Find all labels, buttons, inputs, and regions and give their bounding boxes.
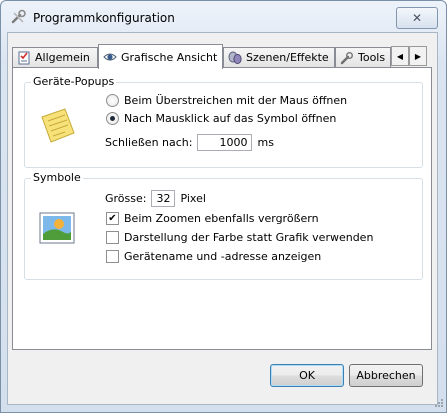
group-symbole: Symbole Grösse: 32 Pixel ✔ Beim Zoomen e… — [24, 171, 423, 280]
radio-hover-option[interactable]: Beim Überstreichen mit der Maus öffnen — [106, 94, 347, 107]
checklist-icon — [17, 51, 31, 65]
ok-label: OK — [299, 369, 315, 382]
radio-label: Beim Überstreichen mit der Maus öffnen — [124, 94, 348, 107]
tab-label: Allgemein — [35, 51, 90, 64]
checkbox-label: Beim Zoomen ebenfalls vergrößern — [124, 212, 319, 225]
tab-page-grafische-ansicht: Geräte-Popups Beim Überstreichen mit der… — [12, 67, 432, 350]
size-row: Grösse: 32 Pixel — [105, 190, 206, 207]
resize-grip-icon[interactable] — [432, 398, 444, 410]
landscape-picture-icon — [39, 210, 75, 246]
tab-scroll-left-button[interactable]: ◀ — [391, 46, 409, 66]
ok-button[interactable]: OK — [270, 364, 344, 387]
arrow-right-icon: ▶ — [414, 51, 422, 61]
tab-szenen-effekte[interactable]: Szenen/Effekte — [223, 47, 335, 67]
checkbox-device-name[interactable]: Gerätename und -adresse anzeigen — [106, 250, 321, 263]
checkbox[interactable]: ✔ — [106, 212, 119, 225]
size-label: Grösse: — [105, 192, 147, 205]
tab-label: Szenen/Effekte — [246, 51, 329, 64]
tab-label: Tools — [358, 51, 386, 64]
tab-scroll-right-button[interactable]: ▶ — [409, 46, 427, 66]
size-value: 32 — [156, 192, 171, 205]
checkmark-icon: ✔ — [108, 213, 117, 224]
size-input[interactable]: 32 — [151, 190, 176, 207]
size-unit: Pixel — [180, 192, 206, 205]
tab-grafische-ansicht[interactable]: Grafische Ansicht — [98, 44, 223, 69]
tab-tools[interactable]: Tools — [335, 47, 391, 67]
checkbox-label: Gerätename und -adresse anzeigen — [124, 250, 322, 263]
title-bar[interactable]: Programmkonfiguration ✕ — [1, 1, 446, 33]
radio-button-selected[interactable] — [106, 112, 119, 125]
group-title: Geräte-Popups — [31, 75, 117, 88]
checkbox-zoom[interactable]: ✔ Beim Zoomen ebenfalls vergrößern — [106, 212, 319, 225]
checkbox-label: Darstellung der Farbe statt Grafik verwe… — [124, 231, 374, 244]
checkbox[interactable] — [106, 250, 119, 263]
sticky-note-icon — [39, 107, 77, 145]
arrow-left-icon: ◀ — [396, 51, 404, 61]
cancel-label: Abbrechen — [356, 369, 416, 382]
drama-masks-icon — [228, 51, 242, 65]
group-title: Symbole — [31, 171, 83, 184]
radio-label: Nach Mausklick auf das Symbol öffnen — [124, 112, 337, 125]
checkbox-color[interactable]: Darstellung der Farbe statt Grafik verwe… — [106, 231, 373, 244]
tab-label: Grafische Ansicht — [121, 50, 218, 64]
window-title: Programmkonfiguration — [33, 11, 175, 25]
tab-allgemein[interactable]: Allgemein — [12, 47, 98, 67]
checkbox[interactable] — [106, 231, 119, 244]
close-after-label: Schließen nach: — [105, 136, 193, 149]
group-geraete-popups: Geräte-Popups Beim Überstreichen mit der… — [24, 75, 423, 168]
radio-click-option[interactable]: Nach Mausklick auf das Symbol öffnen — [106, 112, 336, 125]
close-after-value: 1000 — [219, 136, 248, 149]
tab-scroll-buttons: ◀ ▶ — [391, 46, 427, 66]
close-after-unit: ms — [257, 136, 274, 149]
close-after-input[interactable]: 1000 — [197, 134, 253, 151]
tools-icon — [340, 51, 354, 65]
radio-button[interactable] — [106, 94, 119, 107]
tab-strip: Allgemein Grafische Ansicht Szenen/Effek… — [12, 44, 432, 69]
close-after-row: Schließen nach: 1000 ms — [105, 134, 274, 151]
cancel-button[interactable]: Abbrechen — [349, 364, 423, 387]
wrench-screwdriver-icon — [11, 9, 27, 25]
eye-icon — [103, 50, 117, 64]
close-button[interactable]: ✕ — [396, 7, 438, 29]
close-icon: ✕ — [411, 11, 423, 25]
